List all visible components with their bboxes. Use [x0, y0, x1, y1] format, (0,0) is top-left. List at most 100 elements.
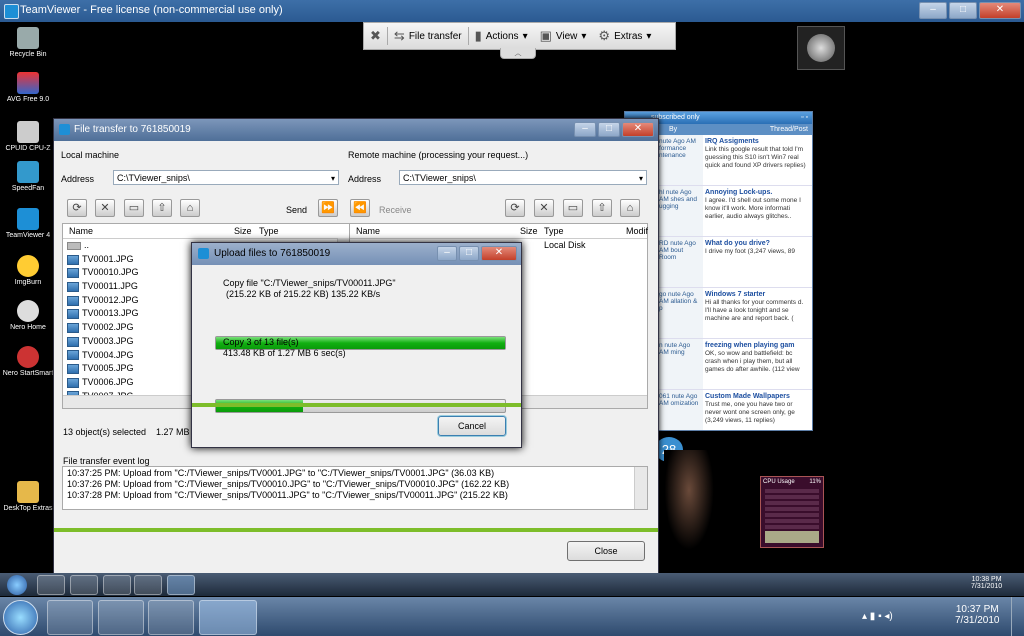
col-modified[interactable]: Modif [626, 224, 648, 238]
teamviewer-taskbar-icon[interactable] [167, 575, 195, 595]
local-address-label: Address [61, 174, 95, 184]
col-type[interactable]: Type [544, 224, 564, 238]
minimize-button[interactable]: – [919, 2, 947, 19]
teamviewer-logo-icon [4, 4, 19, 19]
copy-count-line: Copy 3 of 13 file(s) [223, 337, 299, 347]
event-log[interactable]: 10:37:25 PM: Upload from "C:/TViewer_sni… [62, 466, 648, 510]
toolbar-collapse-handle[interactable]: ︿ [500, 48, 536, 59]
folder-taskbar-icon[interactable] [70, 575, 98, 595]
remote-home-button[interactable]: ⌂ [620, 199, 640, 217]
forum-thread-title[interactable]: IRQ Assigments [705, 138, 759, 145]
ft-close-button[interactable]: ✕ [622, 122, 654, 137]
ft-title-bar[interactable]: File transfer to 761850019 – □ ✕ [54, 119, 658, 141]
show-desktop-button[interactable] [1011, 597, 1024, 636]
forum-thread-title[interactable]: What do you drive? [705, 240, 770, 247]
desktop-icon-speedfan[interactable]: SpeedFan [0, 161, 56, 192]
forum-row-content: freezing when playing gam OK, so wow and … [703, 339, 812, 389]
forum-window-buttons[interactable]: ▫ ▫ [801, 112, 808, 124]
ft-maximize-button[interactable]: □ [598, 122, 620, 137]
cpu-graph [765, 531, 819, 543]
file-transfer-button[interactable]: ⇆ File transfer [388, 28, 468, 44]
upload-close-button[interactable]: ✕ [481, 246, 517, 261]
file-name: TV00010.JPG [82, 267, 139, 278]
media-taskbar-icon[interactable] [103, 575, 131, 595]
remote-up-folder-button[interactable]: ⇧ [592, 199, 612, 217]
accent-divider [192, 403, 521, 407]
desktop-icon-nero-home[interactable]: Nero Home [0, 300, 56, 331]
chevron-down-icon: ▾ [522, 30, 528, 42]
desktop-icon-teamviewer[interactable]: TeamViewer 4 [0, 208, 56, 239]
upload-maximize-button[interactable]: □ [459, 246, 479, 261]
tray-icons[interactable]: ▴ ▮ ▪ ◂) [862, 611, 893, 622]
view-menu[interactable]: ▣ View ▾ [534, 28, 593, 44]
desktop-icon-desktop-extras[interactable]: DeskTop Extras [0, 481, 56, 512]
desktop-icon-label: AVG Free 9.0 [6, 96, 50, 103]
col-size[interactable]: Size [520, 224, 538, 238]
desktop-icon-label: SpeedFan [11, 185, 45, 192]
nero-home-icon [17, 300, 39, 322]
receive-button[interactable]: ⏪ [350, 199, 370, 217]
app-taskbar-icon[interactable] [134, 575, 162, 595]
up-folder-button[interactable]: ⇧ [152, 199, 172, 217]
close-dialog-button[interactable]: Close [567, 541, 645, 561]
cpuz-icon [17, 121, 39, 143]
ie-taskbar-icon[interactable] [47, 600, 93, 635]
actions-menu[interactable]: ▮ Actions ▾ [469, 28, 534, 44]
folder-taskbar-icon[interactable] [98, 600, 144, 635]
forum-thread-title[interactable]: Windows 7 starter [705, 291, 765, 298]
forum-thread-title[interactable]: freezing when playing gam [705, 342, 794, 349]
maximize-button[interactable]: □ [949, 2, 977, 19]
home-button[interactable]: ⌂ [180, 199, 200, 217]
forum-thread-title[interactable]: Custom Made Wallpapers [705, 393, 790, 400]
folder-icon [17, 481, 39, 503]
teamviewer-taskbar-icon[interactable] [199, 600, 257, 635]
forum-thread-snippet: I drive my foot (3,247 views, 89 [705, 248, 795, 255]
status-size: 1.27 MB [156, 427, 190, 437]
delete-button[interactable]: ✕ [95, 199, 115, 217]
start-button[interactable] [3, 600, 38, 635]
cpu-usage-gadget: CPU Usage 11% [760, 476, 824, 548]
local-address-field[interactable]: C:\TViewer_snips\ ▾ [113, 170, 339, 185]
file-transfer-icon: ⇆ [393, 28, 405, 43]
image-file-icon [67, 350, 79, 361]
desktop-icon-recycle-bin[interactable]: Recycle Bin [0, 27, 56, 58]
log-scrollbar[interactable] [634, 467, 647, 509]
refresh-button[interactable]: ⟳ [67, 199, 87, 217]
file-name: TV0004.JPG [82, 349, 134, 360]
upload-title-bar[interactable]: Upload files to 761850019 – □ ✕ [192, 243, 521, 265]
desktop-icon-avg[interactable]: AVG Free 9.0 [0, 72, 56, 103]
extras-menu[interactable]: ⚙ Extras ▾ [592, 28, 657, 44]
start-button[interactable] [7, 575, 27, 595]
remote-delete-button[interactable]: ✕ [534, 199, 554, 217]
send-button[interactable]: ⏩ [318, 199, 338, 217]
col-type[interactable]: Type [259, 224, 279, 238]
ie-taskbar-icon[interactable] [37, 575, 65, 595]
new-folder-button[interactable]: ▭ [124, 199, 144, 217]
file-name: TV0006.JPG [82, 376, 134, 387]
teamviewer-title-bar[interactable]: TeamViewer - Free license (non-commercia… [0, 0, 1024, 22]
file-name: TV0002.JPG [82, 322, 134, 333]
desktop-icon-label: Nero StartSmart [2, 370, 54, 377]
col-size[interactable]: Size [234, 224, 252, 238]
desktop-icon-nero-startsmart[interactable]: Nero StartSmart [0, 346, 56, 377]
remote-address-field[interactable]: C:\TViewer_snips\ ▾ [399, 170, 647, 185]
close-button[interactable]: ✕ [979, 2, 1021, 19]
close-session-button[interactable]: ✖ [364, 28, 387, 44]
col-name[interactable]: Name [69, 224, 93, 238]
actions-icon: ▮ [474, 28, 482, 43]
forum-thread-snippet: OK, so wow and battlefield: bc crash whe… [705, 350, 800, 373]
parent-folder: .. [84, 240, 90, 250]
forum-thread-title[interactable]: Annoying Lock-ups. [705, 189, 772, 196]
view-label: View [555, 30, 578, 42]
media-taskbar-icon[interactable] [148, 600, 194, 635]
ft-minimize-button[interactable]: – [574, 122, 596, 137]
desktop-icon-imgburn[interactable]: ImgBurn [0, 255, 56, 286]
col-name[interactable]: Name [356, 224, 380, 238]
copy-file-line: Copy file "C:/TViewer_snips/TV00011.JPG" [223, 278, 396, 288]
upload-minimize-button[interactable]: – [437, 246, 457, 261]
remote-new-folder-button[interactable]: ▭ [563, 199, 583, 217]
cancel-button[interactable]: Cancel [438, 416, 506, 436]
remote-refresh-button[interactable]: ⟳ [505, 199, 525, 217]
actions-label: Actions [485, 30, 519, 42]
desktop-icon-cpuz[interactable]: CPUID CPU-Z [0, 121, 56, 152]
